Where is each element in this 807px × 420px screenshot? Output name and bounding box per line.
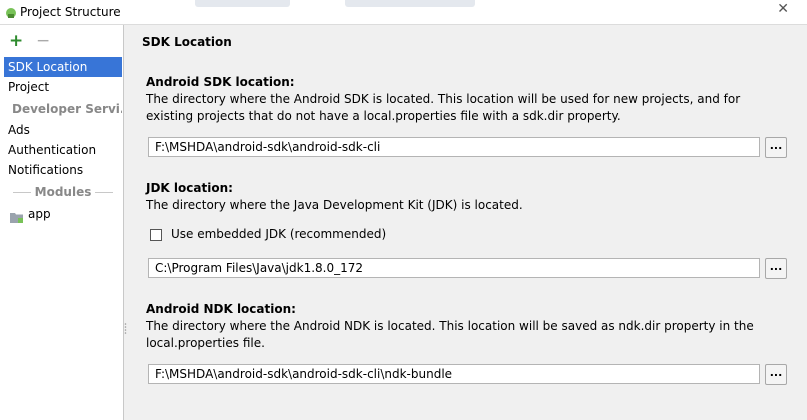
sidebar: + − SDK Location Project Developer Servi… (0, 25, 124, 420)
page-title: SDK Location (142, 35, 232, 49)
sidebar-item-ads[interactable]: Ads (4, 120, 122, 140)
android-sdk-label: Android SDK location: (146, 75, 295, 89)
remove-icon[interactable]: − (36, 33, 50, 50)
jdk-description: The directory where the Java Development… (146, 198, 523, 212)
sidebar-item-app[interactable]: app (28, 207, 51, 221)
jdk-browse-button[interactable]: ... (765, 258, 787, 279)
background-tab (195, 0, 290, 7)
sidebar-item-sdk-location[interactable]: SDK Location (4, 57, 122, 77)
sidebar-item-notifications[interactable]: Notifications (4, 160, 122, 180)
jdk-path-field[interactable]: C:\Program Files\Java\jdk1.8.0_172 (148, 258, 760, 278)
embedded-jdk-label[interactable]: Use embedded JDK (recommended) (171, 227, 386, 241)
modules-header-label: Modules (34, 185, 92, 199)
modules-header: Modules (4, 182, 122, 202)
android-sdk-path-field[interactable]: F:\MSHDA\android-sdk\android-sdk-cli (148, 137, 760, 157)
embedded-jdk-checkbox[interactable] (150, 229, 162, 241)
title-bar: Project Structure ✕ (0, 0, 807, 25)
sidebar-item-authentication[interactable]: Authentication (4, 140, 122, 160)
separator-line (12, 192, 31, 193)
sdk-location-panel: SDK Location Android SDK location: The d… (126, 25, 807, 420)
android-sdk-browse-button[interactable]: ... (765, 137, 787, 158)
add-icon[interactable]: + (9, 33, 23, 50)
window-title: Project Structure (20, 5, 121, 19)
sidebar-item-project[interactable]: Project (4, 77, 122, 97)
background-tab (345, 0, 475, 7)
android-ndk-label: Android NDK location: (146, 302, 296, 316)
android-studio-icon (6, 8, 16, 18)
module-folder-icon (10, 213, 23, 223)
android-ndk-description: The directory where the Android NDK is l… (146, 319, 754, 350)
android-sdk-description: The directory where the Android SDK is l… (146, 92, 741, 123)
android-ndk-browse-button[interactable]: ... (765, 364, 787, 385)
developer-services-header: Developer Servi... (12, 102, 122, 116)
android-ndk-path-field[interactable]: F:\MSHDA\android-sdk\android-sdk-cli\ndk… (148, 364, 760, 384)
jdk-label: JDK location: (146, 181, 233, 195)
separator-line (95, 192, 114, 193)
close-button[interactable]: ✕ (777, 1, 789, 17)
